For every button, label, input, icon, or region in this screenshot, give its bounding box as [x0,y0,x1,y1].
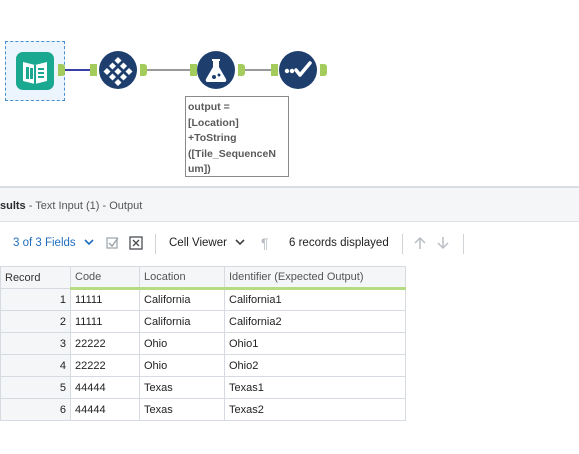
location-cell[interactable]: Ohio [139,332,225,355]
code-cell[interactable]: 11111 [70,288,140,311]
annotation-line: +ToString [188,132,237,144]
column-header-identifier[interactable]: Identifier (Expected Output) [224,266,406,290]
location-cell[interactable]: Ohio [139,354,225,377]
alteryx-window: output = [Location] +ToString ([Tile_Seq… [0,0,579,454]
flask-icon [197,51,235,89]
table-row[interactable]: 2 11111 California California2 [0,310,406,333]
records-displayed-label: 6 records displayed [289,237,389,249]
identifier-cell[interactable]: Ohio1 [224,332,406,355]
code-cell[interactable]: 22222 [70,354,140,377]
location-cell[interactable]: California [139,288,225,311]
toolbar-divider [402,234,403,254]
tile-grid-icon [99,51,137,89]
browse-tool[interactable] [279,51,317,89]
results-title-label: sults [0,200,26,212]
identifier-cell[interactable]: California1 [224,288,406,311]
code-cell[interactable]: 44444 [70,398,140,421]
deselect-box-icon[interactable] [129,236,143,253]
record-number-cell: 2 [0,310,71,333]
location-cell[interactable]: Texas [139,398,225,421]
table-row[interactable]: 6 44444 Texas Texas2 [0,398,406,421]
connection-wire[interactable] [147,69,191,71]
text-input-tool[interactable] [16,52,54,90]
cell-viewer-label: Cell Viewer [169,237,227,249]
annotation-line: ([Tile_SequenceN [188,147,276,160]
results-source-label: - Text Input (1) - Output [28,200,143,212]
record-number-cell: 5 [0,376,71,399]
annotation-line: [Location] [188,116,239,129]
formula-annotation[interactable]: output = [Location] +ToString ([Tile_Seq… [185,96,289,177]
chevron-down-icon [235,239,245,246]
results-panel-header: sults - Text Input (1) - Output [0,186,579,222]
results-table-area: Record Code Location Identifier (Expecte… [0,266,579,454]
record-number-cell: 4 [0,354,71,377]
output-anchor[interactable] [238,64,245,76]
results-table: Record Code Location Identifier (Expecte… [0,266,406,421]
location-cell[interactable]: California [139,310,225,333]
code-cell[interactable]: 44444 [70,376,140,399]
record-number-cell: 6 [0,398,71,421]
table-row[interactable]: 4 22222 Ohio Ohio2 [0,354,406,377]
toolbar-divider [155,234,156,254]
identifier-cell[interactable]: Ohio2 [224,354,406,377]
input-anchor[interactable] [190,64,197,76]
table-row[interactable]: 3 22222 Ohio Ohio1 [0,332,406,355]
annotation-line: um]) [188,163,211,175]
location-cell[interactable]: Texas [139,376,225,399]
output-anchor[interactable] [58,64,65,76]
annotation-line: output = [188,101,230,113]
cell-viewer-dropdown[interactable]: Cell Viewer [169,237,245,249]
column-header-location[interactable]: Location [139,266,225,290]
fields-dropdown-label: 3 of 3 Fields [13,237,76,249]
code-cell[interactable]: 11111 [70,310,140,333]
identifier-cell[interactable]: Texas2 [224,398,406,421]
results-title: sults - Text Input (1) - Output [0,200,142,212]
book-icon [16,52,54,90]
edit-checkbox-icon[interactable] [106,236,120,253]
input-anchor[interactable] [271,64,278,76]
arrow-up-icon[interactable] [414,236,426,253]
table-row[interactable]: 1 11111 California California1 [0,288,406,311]
column-header-code[interactable]: Code [70,266,140,290]
record-number-cell: 1 [0,288,71,311]
table-row[interactable]: 5 44444 Texas Texas1 [0,376,406,399]
record-number-cell: 3 [0,332,71,355]
input-anchor[interactable] [90,64,97,76]
output-anchor[interactable] [320,64,327,76]
arrow-down-icon[interactable] [437,236,449,253]
toolbar-divider [463,234,464,254]
table-header-row: Record Code Location Identifier (Expecte… [0,266,406,290]
results-toolbar: 3 of 3 Fields Cell Viewer ¶ 6 records di… [0,222,579,266]
tile-tool[interactable] [99,51,137,89]
identifier-cell[interactable]: California2 [224,310,406,333]
pilcrow-icon[interactable]: ¶ [261,235,269,251]
code-cell[interactable]: 22222 [70,332,140,355]
identifier-cell[interactable]: Texas1 [224,376,406,399]
output-anchor[interactable] [140,64,147,76]
column-header-record[interactable]: Record [0,266,71,289]
connection-wire[interactable] [245,69,271,71]
checkmark-icon [279,51,317,89]
chevron-down-icon [84,239,94,246]
formula-tool[interactable] [197,51,235,89]
workflow-canvas[interactable]: output = [Location] +ToString ([Tile_Seq… [0,0,579,186]
connection-wire[interactable] [65,69,90,71]
fields-dropdown[interactable]: 3 of 3 Fields [13,237,94,249]
